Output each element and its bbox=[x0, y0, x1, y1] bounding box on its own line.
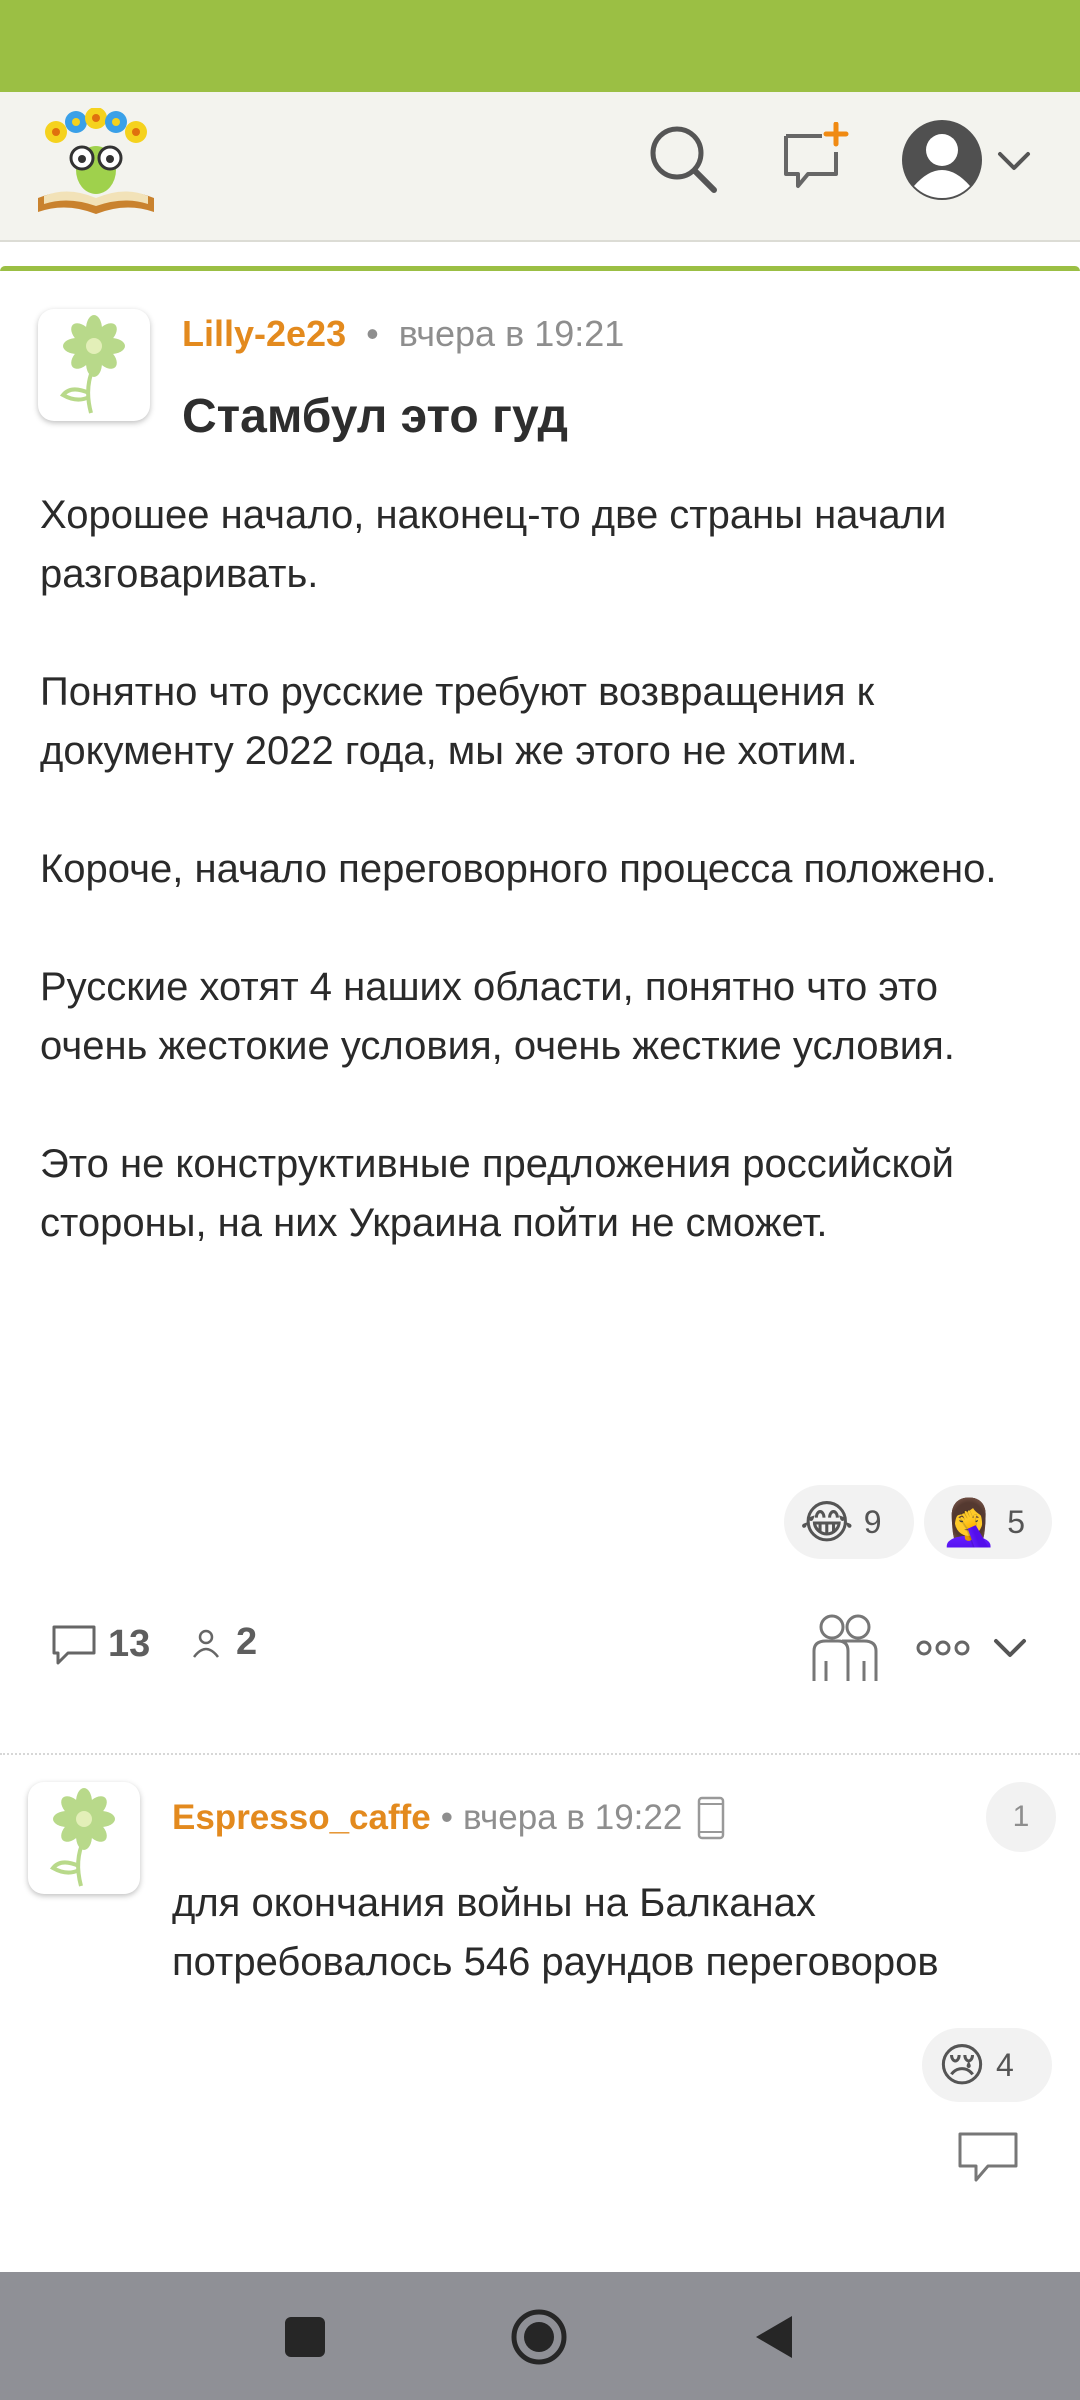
reaction-crying[interactable]: 😢 4 bbox=[922, 2028, 1052, 2102]
system-navigation-bar bbox=[0, 2272, 1080, 2400]
post-paragraph: Это не конструктивные предложения россий… bbox=[40, 1142, 955, 1245]
post-time[interactable]: вчера в 19:21 bbox=[399, 313, 625, 354]
post-title: Стамбул это гуд bbox=[182, 390, 569, 443]
chevron-down-icon[interactable] bbox=[992, 1633, 1028, 1663]
app-header bbox=[0, 92, 1080, 242]
post-body: Хорошее начало, наконец-то две страны на… bbox=[40, 486, 1050, 1253]
comment-author[interactable]: Espresso_caffe bbox=[172, 1798, 431, 1838]
status-bar bbox=[0, 0, 1080, 92]
comment-meta: Espresso_caffe • вчера в 19:22 bbox=[172, 1796, 726, 1840]
reaction-count: 5 bbox=[1007, 1503, 1026, 1540]
comments-count: 13 bbox=[108, 1622, 151, 1665]
chamomile-flower-icon bbox=[49, 1788, 115, 1887]
feed-bottom-space bbox=[0, 2240, 1080, 2272]
participants-button[interactable]: 2 bbox=[188, 1621, 257, 1664]
comment-time[interactable]: вчера в 19:22 bbox=[463, 1798, 682, 1838]
reaction-laugh[interactable]: 😂 9 bbox=[784, 1485, 914, 1559]
comment-divider bbox=[0, 1753, 1080, 1755]
tears-of-joy-emoji: 😂 bbox=[800, 1496, 854, 1548]
reaction-facepalm[interactable]: 🤦‍♀️ 5 bbox=[924, 1485, 1052, 1559]
home-icon[interactable] bbox=[510, 2308, 568, 2366]
post-author[interactable]: Lilly-2e23 bbox=[182, 313, 346, 354]
participants-count: 2 bbox=[236, 1621, 258, 1663]
post-paragraph: Хорошее начало, наконец-то две страны на… bbox=[40, 493, 947, 596]
post-paragraph: Понятно что русские требуют возвращения … bbox=[40, 670, 875, 773]
mobile-phone-icon bbox=[698, 1796, 725, 1840]
comments-button[interactable]: 13 bbox=[50, 1621, 150, 1667]
comment-number-badge[interactable]: 1 bbox=[986, 1782, 1056, 1852]
post-paragraph: Русские хотят 4 наших области, понятно ч… bbox=[40, 965, 955, 1068]
comment-text: для окончания войны на Балканах потребов… bbox=[172, 1881, 939, 1984]
user-menu-button[interactable] bbox=[898, 116, 1048, 206]
more-options-icon[interactable] bbox=[916, 1637, 970, 1659]
author-avatar[interactable] bbox=[38, 309, 150, 421]
meta-separator: • bbox=[366, 313, 379, 354]
person-icon bbox=[193, 1629, 219, 1658]
crying-face-emoji: 😢 bbox=[938, 2039, 986, 2091]
chamomile-flower-icon bbox=[59, 315, 125, 414]
recent-apps-icon[interactable] bbox=[284, 2316, 326, 2358]
post-actions: 13 2 bbox=[0, 1611, 1080, 1691]
new-post-icon[interactable] bbox=[778, 122, 852, 196]
reaction-count: 4 bbox=[995, 2046, 1014, 2083]
comment-author-avatar[interactable] bbox=[28, 1782, 140, 1894]
comment-bubble-icon bbox=[52, 1625, 96, 1665]
post-paragraph: Короче, начало переговорного процесса по… bbox=[40, 847, 997, 891]
facepalm-emoji: 🤦‍♀️ bbox=[940, 1496, 998, 1548]
reply-icon[interactable] bbox=[956, 2128, 1020, 2188]
search-icon[interactable] bbox=[646, 122, 720, 196]
site-logo[interactable] bbox=[34, 108, 158, 218]
reaction-count: 9 bbox=[863, 1503, 882, 1540]
post-card: Lilly-2e23 • вчера в 19:21 Стамбул это г… bbox=[0, 266, 1080, 1681]
subscribe-people-icon[interactable] bbox=[808, 1611, 882, 1685]
post-meta: Lilly-2e23 • вчера в 19:21 bbox=[182, 313, 624, 355]
meta-separator: • bbox=[440, 1798, 454, 1837]
back-icon[interactable] bbox=[752, 2312, 796, 2362]
